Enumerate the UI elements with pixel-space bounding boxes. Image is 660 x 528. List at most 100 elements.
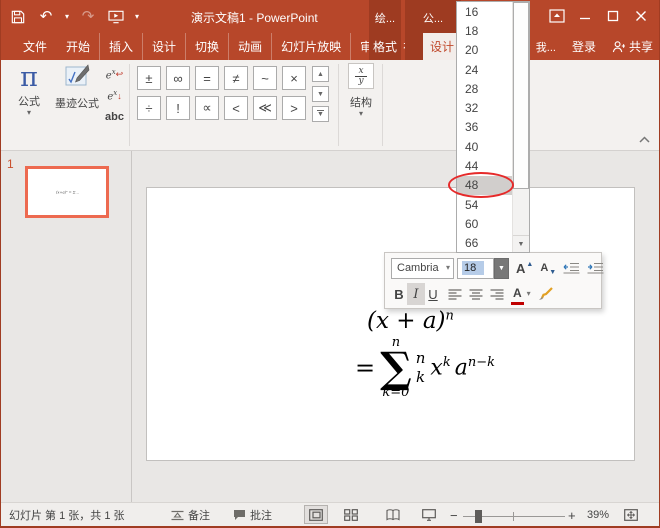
reading-view-button[interactable] <box>381 505 405 524</box>
increase-indent-button[interactable] <box>587 257 604 279</box>
scrollbar-thumb[interactable] <box>513 2 529 189</box>
underline-button[interactable]: U <box>425 283 441 305</box>
window-title: 演示文稿1 - PowerPoint <box>191 9 318 26</box>
symbol-not-equal[interactable]: ≠ <box>224 66 248 90</box>
notes-button[interactable]: 备注 <box>171 503 210 527</box>
font-size-option[interactable]: 24 <box>457 60 512 79</box>
symbol-multiply[interactable]: × <box>282 66 306 90</box>
collapse-ribbon-button[interactable] <box>639 136 650 143</box>
slide-thumbnail[interactable]: (x+a)ⁿ = Σ… <box>25 166 109 218</box>
linear-format-button[interactable]: ex ↓ <box>101 86 128 105</box>
undo-dropdown-caret[interactable]: ▾ <box>65 13 69 21</box>
start-slideshow-button[interactable] <box>107 7 125 27</box>
minimize-button[interactable] <box>571 5 599 27</box>
font-size-list: 16 18 20 24 28 32 36 40 44 48 54 60 66 <box>457 2 512 252</box>
share-button[interactable]: 共享 <box>612 38 653 55</box>
symbol-greater-than[interactable]: > <box>282 96 306 120</box>
scrollbar-down-button[interactable]: ▼ <box>513 235 529 252</box>
zoom-slider-thumb[interactable] <box>475 510 482 523</box>
align-center-button[interactable] <box>469 283 483 305</box>
tell-me-box[interactable]: 我... <box>536 39 556 55</box>
maximize-button[interactable] <box>599 5 627 27</box>
slide-number: 1 <box>7 157 14 171</box>
font-size-option[interactable]: 18 <box>457 21 512 40</box>
symbol-less-than[interactable]: < <box>224 96 248 120</box>
symbol-plus-minus[interactable]: ± <box>137 66 161 90</box>
structure-button[interactable]: x y 结构 ▾ <box>343 63 379 125</box>
zoom-out-button[interactable]: − <box>450 503 458 527</box>
font-size-option[interactable]: 40 <box>457 137 512 156</box>
symbol-infinity[interactable]: ∞ <box>166 66 190 90</box>
zoom-level[interactable]: 39% <box>587 503 609 527</box>
tab-slideshow[interactable]: 幻灯片放映 <box>272 33 351 60</box>
tab-animations[interactable]: 动画 <box>229 33 272 60</box>
tab-file[interactable]: 文件 <box>9 33 61 60</box>
tab-transitions[interactable]: 切换 <box>186 33 229 60</box>
font-size-option[interactable]: 66 <box>457 234 512 253</box>
tab-drawing-format[interactable]: 格式 <box>369 33 401 60</box>
undo-button[interactable]: ↶ <box>37 7 55 27</box>
grow-font-button[interactable]: A▲ <box>516 257 533 279</box>
align-right-icon <box>490 289 504 300</box>
shrink-font-button[interactable]: A▼ <box>540 257 556 279</box>
normal-view-button[interactable] <box>304 505 328 524</box>
font-size-dropdown-button[interactable]: ▼ <box>494 258 509 279</box>
fit-to-window-button[interactable] <box>619 505 643 524</box>
equation-line1[interactable]: (x + a)n <box>367 308 454 334</box>
font-name-combo[interactable]: Cambria ▾ <box>391 258 454 279</box>
symbols-scroll-up-button[interactable]: ▲ <box>312 66 329 82</box>
redo-button[interactable]: ↷ <box>79 7 97 27</box>
slide-sorter-view-button[interactable] <box>339 505 363 524</box>
customize-qat-caret[interactable]: ▾ <box>135 13 139 21</box>
align-left-button[interactable] <box>448 283 462 305</box>
red-circle-annotation <box>448 172 514 198</box>
font-size-option[interactable]: 20 <box>457 41 512 60</box>
sigma-glyph: ∑ <box>380 350 412 386</box>
sign-in-link[interactable]: 登录 <box>572 38 596 55</box>
ribbon-display-options-button[interactable] <box>543 5 571 27</box>
normal-text-button[interactable]: abc <box>101 107 128 126</box>
symbol-proportional[interactable]: ∝ <box>195 96 219 120</box>
symbol-divide[interactable]: ÷ <box>137 96 161 120</box>
decrease-indent-button[interactable] <box>563 257 580 279</box>
symbol-equals[interactable]: = <box>195 66 219 90</box>
ink-equation-button[interactable]: 墨迹公式 <box>53 63 101 125</box>
linear-arrow-icon: ↓ <box>117 91 122 101</box>
contextual-group-drawing-tools[interactable]: 绘... <box>369 0 401 33</box>
equation-button[interactable]: π 公式 ▾ <box>7 63 51 125</box>
close-button[interactable] <box>627 5 655 27</box>
title-bar: ↶ ▾ ↷ ▾ 演示文稿1 - PowerPoint 绘... 公... <box>1 0 659 33</box>
status-bar: 幻灯片 第 1 张，共 1 张 备注 批注 − + 39% <box>1 502 659 526</box>
slideshow-view-button[interactable] <box>417 505 441 524</box>
tab-insert[interactable]: 插入 <box>100 33 143 60</box>
tab-design[interactable]: 设计 <box>143 33 186 60</box>
redo-icon: ↷ <box>82 9 95 24</box>
save-button[interactable] <box>9 7 27 27</box>
dropdown-scrollbar[interactable]: ▼ <box>512 2 529 252</box>
format-painter-button[interactable] <box>538 283 553 305</box>
comments-button[interactable]: 批注 <box>233 503 272 527</box>
font-color-button[interactable]: A <box>511 283 524 305</box>
symbol-much-less[interactable]: ≪ <box>253 96 277 120</box>
font-size-option[interactable]: 36 <box>457 118 512 137</box>
font-color-caret[interactable]: ▾ <box>527 290 531 298</box>
mini-toolbar: Cambria ▾ 18 ▼ A▲ A▼ B I U <box>384 252 602 309</box>
symbol-factorial[interactable]: ! <box>166 96 190 120</box>
professional-format-button[interactable]: ex ↩ <box>101 65 128 84</box>
align-right-button[interactable] <box>490 283 504 305</box>
font-size-option[interactable]: 60 <box>457 214 512 233</box>
font-size-option[interactable]: 28 <box>457 79 512 98</box>
contextual-group-equation-tools[interactable]: 公... <box>405 0 461 33</box>
tab-home[interactable]: 开始 <box>57 33 100 60</box>
symbol-tilde[interactable]: ~ <box>253 66 277 90</box>
font-size-option[interactable]: 16 <box>457 2 512 21</box>
bold-button[interactable]: B <box>391 283 407 305</box>
zoom-in-button[interactable]: + <box>568 503 576 527</box>
font-size-option[interactable]: 32 <box>457 98 512 117</box>
equation-line2[interactable]: = n ∑ k=0 n k xk an−k <box>355 336 495 400</box>
symbols-more-button[interactable]: ▼ <box>312 106 329 122</box>
italic-button-active[interactable]: I <box>407 283 425 305</box>
decrease-indent-icon <box>563 262 580 274</box>
symbols-scroll-down-button[interactable]: ▼ <box>312 86 329 102</box>
font-size-input[interactable]: 18 <box>457 258 494 279</box>
